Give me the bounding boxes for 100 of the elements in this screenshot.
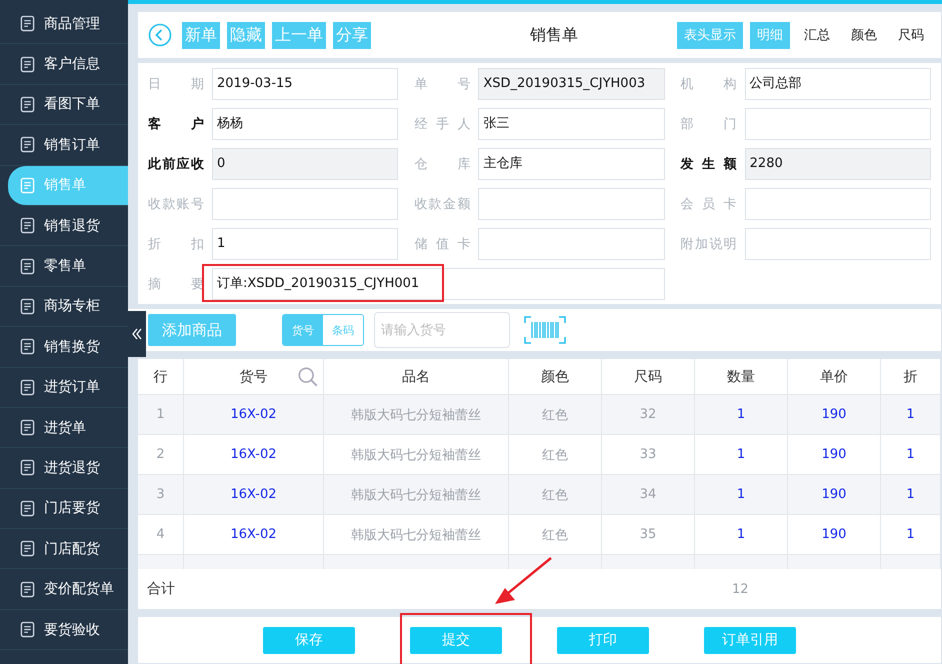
- field-label: 摘要: [148, 276, 204, 293]
- field-label: 客户: [148, 116, 204, 133]
- sidebar-item[interactable]: 门店要货: [0, 488, 128, 530]
- sidebar-item[interactable]: 门店配货: [0, 529, 128, 570]
- sidebar-item[interactable]: 看图下单: [0, 84, 128, 126]
- table-cell: 1: [736, 447, 746, 462]
- table-cell: 1: [736, 487, 746, 502]
- sidebar-item[interactable]: 商场专柜: [0, 286, 128, 328]
- field-label: 附加说明: [680, 236, 737, 253]
- table-cell: 2: [156, 447, 165, 462]
- sidebar-item[interactable]: 进货退货: [0, 448, 128, 489]
- view-tab[interactable]: 颜色: [844, 22, 884, 48]
- document-icon: [20, 419, 35, 436]
- sidebar-item[interactable]: 要货验收: [0, 610, 128, 650]
- field-label: 收款金额: [414, 196, 470, 213]
- search-icon[interactable]: [297, 366, 319, 388]
- document-icon: [20, 580, 35, 598]
- field-label: 日期: [148, 76, 204, 93]
- field-label: 此前应收: [148, 156, 204, 173]
- input-field[interactable]: [744, 188, 931, 220]
- table-cell-text: 韩版大码七分短袖蕾丝: [351, 406, 481, 424]
- column-header: 尺码: [634, 368, 662, 386]
- table-cell: 16X-02: [230, 407, 277, 422]
- table-cell-text: 红色: [542, 406, 568, 424]
- sidebar-item[interactable]: 进货单: [0, 408, 128, 448]
- input-field[interactable]: [478, 188, 665, 220]
- input-field[interactable]: [744, 108, 931, 140]
- table-cell: 190: [822, 447, 846, 462]
- sidebar-item[interactable]: 销售退货: [0, 206, 128, 246]
- table-cell: 190: [822, 487, 846, 502]
- input-field[interactable]: [212, 188, 398, 220]
- sidebar-item[interactable]: 客户信息: [0, 44, 128, 85]
- field-label: 经手人: [414, 116, 470, 133]
- total-quantity: 12: [732, 582, 749, 596]
- table-cell: 1: [906, 407, 915, 422]
- column-header: 颜色: [541, 368, 569, 386]
- input-field[interactable]: 2280: [744, 148, 931, 180]
- field-label: 折扣: [148, 236, 204, 253]
- pointer-arrow: [493, 556, 553, 606]
- document-icon: [20, 15, 35, 32]
- input-field[interactable]: 2019-03-15: [212, 68, 398, 100]
- sidebar-item[interactable]: 零售单: [0, 246, 128, 287]
- table-cell: 190: [822, 527, 846, 542]
- table-cell: 3: [156, 487, 165, 502]
- document-icon: [20, 258, 35, 275]
- search-field[interactable]: 请输入货号: [374, 312, 510, 348]
- field-label: 储值卡: [414, 236, 470, 253]
- document-icon: [20, 96, 35, 113]
- table-cell: 16X-02: [230, 487, 277, 502]
- column-header: 货号: [240, 368, 268, 386]
- field-label: 单号: [414, 76, 470, 93]
- table-cell: 16X-02: [230, 447, 277, 462]
- table-cell: 4: [156, 527, 165, 542]
- sidebar-item[interactable]: 变价配货单: [0, 569, 128, 610]
- field-label: 仓库: [414, 156, 470, 173]
- input-field[interactable]: [744, 228, 931, 260]
- sidebar-item[interactable]: 进货订单: [0, 368, 128, 408]
- table-cell-text: 红色: [542, 446, 568, 464]
- column-header: 数量: [727, 368, 755, 386]
- document-icon: [20, 378, 35, 396]
- input-field[interactable]: 1: [212, 228, 398, 260]
- table-cell: 1: [156, 407, 165, 422]
- input-field[interactable]: 主仓库: [478, 148, 665, 180]
- field-label: 机构: [680, 76, 737, 93]
- field-label: 部门: [680, 116, 737, 133]
- view-tab[interactable]: 汇总: [797, 22, 837, 48]
- input-field[interactable]: 订单:XSDD_20190315_CJYH001: [212, 268, 665, 300]
- input-field[interactable]: 杨杨: [212, 108, 398, 140]
- document-icon: [20, 56, 35, 73]
- input-field[interactable]: 张三: [478, 108, 665, 140]
- table-cell: 16X-02: [230, 527, 277, 542]
- document-icon: [20, 621, 35, 638]
- input-field[interactable]: 0: [212, 148, 398, 180]
- view-tab[interactable]: 尺码: [891, 22, 931, 48]
- column-header: 单价: [820, 368, 848, 386]
- table-cell: 190: [822, 407, 846, 422]
- table-cell: 1: [736, 527, 746, 542]
- table-cell: 1: [906, 487, 915, 502]
- field-label: 发生额: [680, 156, 737, 173]
- input-field[interactable]: 公司总部: [744, 68, 931, 100]
- document-icon: [20, 500, 35, 517]
- total-label: 合计: [147, 580, 175, 598]
- sidebar-item[interactable]: 商品管理: [0, 4, 128, 44]
- page-title: 销售单: [529, 24, 579, 46]
- document-icon: [20, 176, 35, 194]
- input-field[interactable]: [478, 228, 665, 260]
- double-chevron-icon: [131, 326, 143, 342]
- document-icon: [20, 540, 35, 558]
- document-icon: [20, 459, 35, 476]
- table-cell-text: 韩版大码七分短袖蕾丝: [351, 446, 481, 464]
- table-cell: 1: [906, 447, 915, 462]
- table-cell: 1: [736, 407, 746, 422]
- input-field[interactable]: XSD_20190315_CJYH003: [478, 68, 665, 100]
- back-icon[interactable]: [148, 23, 172, 47]
- table-cell-text: 韩版大码七分短袖蕾丝: [351, 526, 481, 544]
- table-cell-text: 韩版大码七分短袖蕾丝: [351, 486, 481, 504]
- collapse-button[interactable]: [128, 311, 146, 357]
- document-icon: [20, 217, 35, 234]
- table-cell: 1: [906, 527, 915, 542]
- barcode-scan-icon[interactable]: [524, 316, 566, 344]
